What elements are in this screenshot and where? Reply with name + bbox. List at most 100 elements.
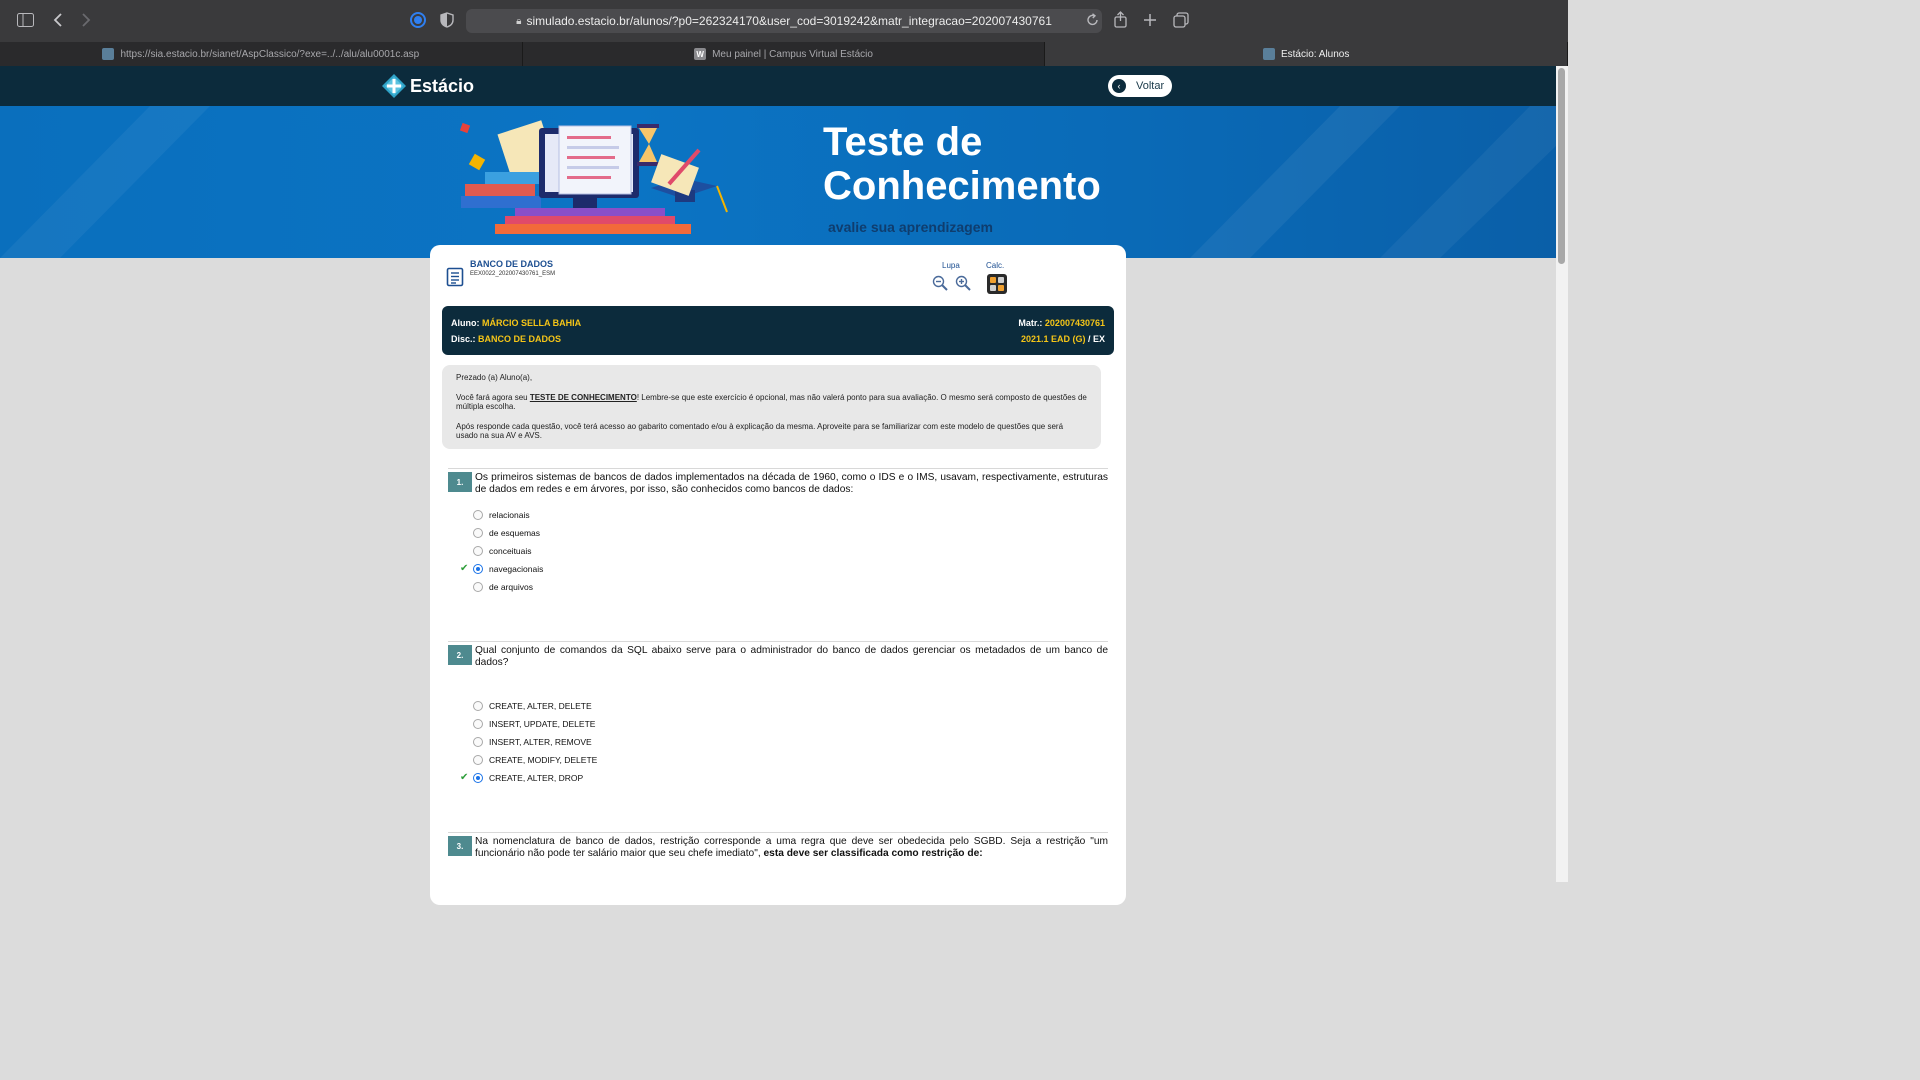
favicon-icon [1262, 48, 1275, 60]
site-header: Estácio ‹ Voltar [0, 66, 1556, 106]
reload-icon[interactable] [1087, 13, 1099, 31]
question-3: 3. Na nomenclatura de banco de dados, re… [448, 832, 1108, 892]
option-e[interactable]: ✔ CREATE, ALTER, DROP [460, 771, 584, 785]
url-text: simulado.estacio.br/alunos/?p0=262324170… [526, 14, 1052, 28]
zoom-in-icon[interactable] [955, 275, 971, 291]
intro-notice: Prezado (a) Aluno(a), Você fará agora se… [442, 365, 1101, 449]
zoom-label: Lupa [942, 261, 960, 270]
calculator-icon[interactable] [987, 274, 1007, 294]
option-b[interactable]: de esquemas [473, 526, 540, 540]
option-label: conceituais [489, 546, 532, 556]
question-1: 1. Os primeiros sistemas de bancos de da… [448, 468, 1108, 618]
radio-button-selected[interactable] [473, 564, 483, 574]
question-2: 2. Qual conjunto de comandos da SQL abai… [448, 641, 1108, 801]
registration-row: Matr.: 202007430761 [1018, 318, 1105, 328]
option-b[interactable]: INSERT, UPDATE, DELETE [473, 717, 595, 731]
correct-check-icon: ✔ [460, 772, 469, 783]
radio-button[interactable] [473, 737, 483, 747]
banner-title-line1: Teste de [823, 120, 983, 164]
student-info-bar: Aluno: MÁRCIO SELLA BAHIA Disc.: BANCO D… [442, 306, 1114, 355]
option-label: CREATE, MODIFY, DELETE [489, 755, 598, 765]
browser-toolbar: 🔒︎ simulado.estacio.br/alunos/?p0=262324… [0, 0, 1568, 42]
scrollbar-thumb[interactable] [1558, 68, 1565, 264]
chevron-left-icon: ‹ [1112, 79, 1126, 93]
option-a[interactable]: CREATE, ALTER, DELETE [473, 699, 592, 713]
lock-icon: 🔒︎ [516, 15, 522, 27]
question-number: 2. [448, 645, 472, 665]
share-icon[interactable] [1114, 11, 1127, 32]
banner-decoration [0, 106, 1556, 258]
tab-estacio-alunos[interactable]: Estácio: Alunos [1045, 42, 1569, 66]
privacy-extension-icon[interactable] [410, 12, 426, 32]
shield-icon[interactable] [440, 12, 454, 32]
radio-button[interactable] [473, 755, 483, 765]
tab-campus-virtual[interactable]: W Meu painel | Campus Virtual Estácio [523, 42, 1046, 66]
question-number: 3. [448, 836, 472, 856]
radio-button[interactable] [473, 719, 483, 729]
calc-label: Calc. [986, 261, 1005, 270]
option-c[interactable]: INSERT, ALTER, REMOVE [473, 735, 592, 749]
period-row: 2021.1 EAD (G) / EX [1021, 334, 1105, 344]
option-label: de esquemas [489, 528, 541, 538]
banner-subtitle: avalie sua aprendizagem [828, 219, 993, 235]
question-text: Os primeiros sistemas de bancos de dados… [475, 472, 1108, 495]
logo-text: Estácio [410, 75, 475, 96]
banner-title: Teste de Conhecimento [823, 120, 1101, 208]
discipline-name: BANCO DE DADOS [478, 334, 562, 344]
registration-key: Matr.: [1018, 318, 1043, 328]
tab-label: https://sia.estacio.br/sianet/AspClassic… [120, 48, 420, 60]
sidebar-toggle-icon[interactable] [17, 13, 34, 31]
option-label: CREATE, ALTER, DROP [489, 773, 584, 783]
option-label: CREATE, ALTER, DELETE [489, 701, 592, 711]
period-suffix: EX [1092, 334, 1105, 344]
registration-number: 202007430761 [1044, 318, 1105, 328]
option-d[interactable]: ✔ navegacionais [460, 562, 544, 576]
study-illustration [459, 120, 728, 234]
intro-emphasis: TESTE DE CONHECIMENTO [529, 392, 637, 402]
student-name: MÁRCIO SELLA BAHIA [482, 318, 582, 328]
question-number: 1. [448, 472, 472, 492]
question-text-emphasis: esta deve ser classificada como restriçã… [763, 848, 983, 859]
document-icon [446, 267, 464, 287]
tab-label: Meu painel | Campus Virtual Estácio [712, 48, 873, 60]
student-row: Aluno: MÁRCIO SELLA BAHIA [451, 318, 581, 328]
radio-button[interactable] [473, 546, 483, 556]
new-tab-plus-icon[interactable] [1143, 13, 1157, 31]
option-label: INSERT, UPDATE, DELETE [489, 719, 596, 729]
banner-title-line2: Conhecimento [823, 164, 1101, 208]
address-bar[interactable]: 🔒︎ simulado.estacio.br/alunos/?p0=262324… [466, 9, 1102, 33]
option-label: navegacionais [489, 564, 544, 574]
option-c[interactable]: conceituais [473, 544, 532, 558]
hero-banner: Teste de Conhecimento avalie sua aprendi… [0, 106, 1556, 258]
discipline-key: Disc.: [451, 334, 476, 344]
radio-button-selected[interactable] [473, 773, 483, 783]
period-value: 2021.1 EAD (G) [1020, 334, 1086, 344]
option-e[interactable]: de arquivos [473, 580, 533, 594]
radio-button[interactable] [473, 582, 483, 592]
course-code: EEX0022_202007430761_ESM [470, 271, 556, 277]
tab-strip: https://sia.estacio.br/sianet/AspClassic… [0, 42, 1569, 66]
radio-button[interactable] [473, 701, 483, 711]
estacio-logo[interactable]: Estácio [382, 74, 474, 98]
course-title: BANCO DE DADOS [470, 259, 554, 269]
forward-arrow-icon[interactable] [80, 13, 92, 31]
back-button[interactable]: ‹ Voltar [1108, 75, 1172, 97]
option-d[interactable]: CREATE, MODIFY, DELETE [473, 753, 597, 767]
option-a[interactable]: relacionais [473, 508, 530, 522]
page-scrollbar[interactable] [1556, 66, 1568, 882]
zoom-out-icon[interactable] [932, 275, 948, 291]
radio-button[interactable] [473, 510, 483, 520]
discipline-row: Disc.: BANCO DE DADOS [451, 334, 561, 344]
exam-card: BANCO DE DADOS EEX0022_202007430761_ESM … [430, 245, 1126, 905]
back-button-label: Voltar [1136, 80, 1165, 92]
question-divider [448, 832, 1108, 833]
question-text: Na nomenclatura de banco de dados, restr… [475, 836, 1108, 860]
radio-button[interactable] [473, 528, 483, 538]
tab-sia[interactable]: https://sia.estacio.br/sianet/AspClassic… [0, 42, 523, 66]
estacio-logo-icon [382, 74, 406, 98]
tab-overview-icon[interactable] [1173, 12, 1189, 32]
back-arrow-icon[interactable] [52, 13, 64, 31]
period-separator: / [1085, 334, 1093, 344]
tab-label: Estácio: Alunos [1280, 48, 1350, 60]
option-label: relacionais [489, 510, 530, 520]
